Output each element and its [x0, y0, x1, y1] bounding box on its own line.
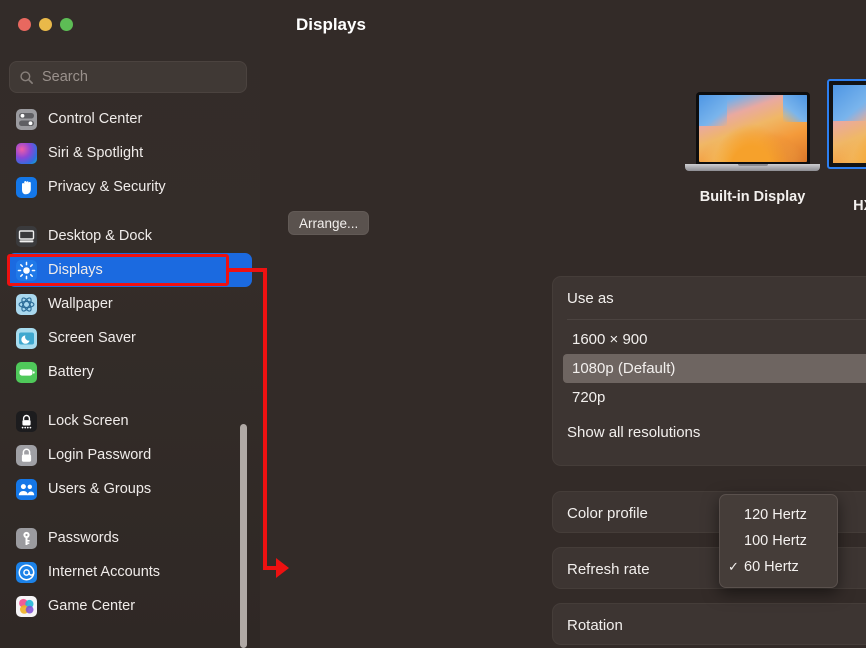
sidebar-item-list: Control Center Siri & Spotlight Privacy & …	[0, 100, 260, 648]
rotation-label: Rotation	[567, 616, 623, 634]
screen-saver-icon	[16, 327, 37, 349]
page-title: Displays	[296, 15, 366, 34]
sidebar-item-label: Control Center	[48, 111, 143, 127]
sidebar-scrollbar[interactable]	[240, 424, 247, 648]
sidebar-item-internet-accounts[interactable]: Internet Accounts	[8, 555, 252, 589]
sidebar-item-label: Login Password	[48, 447, 152, 463]
sidebar-item-label: Privacy & Security	[48, 179, 166, 195]
resolution-option-0-label: 1600 × 900	[572, 331, 648, 348]
annotation-line-top	[227, 268, 267, 272]
sidebar-item-label: Internet Accounts	[48, 564, 161, 580]
minimize-button[interactable]	[39, 18, 52, 31]
sidebar-item-battery[interactable]: Battery	[8, 355, 252, 389]
sidebar-item-label: Screen Saver	[48, 330, 136, 346]
lock-screen-icon	[16, 410, 37, 432]
show-all-resolutions-row[interactable]: Show all resolutions	[553, 414, 866, 450]
sidebar-item-users-groups[interactable]: Users & Groups	[8, 472, 252, 506]
laptop-base-icon	[685, 164, 820, 171]
refresh-rate-option-label: 60 Hertz	[744, 559, 799, 575]
display-thumbnail-external[interactable]: HX Armada 25	[827, 79, 866, 214]
show-all-resolutions-label: Show all resolutions	[567, 423, 701, 441]
sidebar-item-label: Battery	[48, 364, 94, 380]
annotation-highlight-box	[7, 254, 229, 286]
sidebar-item-login-password[interactable]: Login Password	[8, 438, 252, 472]
display-caption-built-in: Built-in Display	[699, 189, 806, 205]
search-field[interactable]: Search	[9, 61, 247, 93]
sidebar-item-label: Lock Screen	[48, 413, 129, 429]
resolution-option-0[interactable]: 1600 × 900	[563, 325, 866, 354]
displays-picker: Arrange... Built-in Display H	[260, 79, 866, 242]
resolution-option-1-label: 1080p (Default)	[572, 360, 676, 377]
checkmark-icon: ✓	[728, 559, 739, 574]
resolution-list: 1600 × 900 1080p (Default) 720p	[553, 320, 866, 412]
refresh-rate-label: Refresh rate	[567, 560, 650, 578]
sidebar-item-label: Wallpaper	[48, 296, 113, 312]
sidebar-item-label: Desktop & Dock	[48, 228, 152, 244]
system-settings-window: Search Control Center Siri & Spotlight Pri…	[0, 0, 866, 648]
sidebar-item-game-center[interactable]: Game Center	[8, 589, 252, 623]
refresh-rate-option-1[interactable]: 100 Hertz	[720, 528, 837, 554]
arrange-button[interactable]: Arrange...	[288, 211, 370, 235]
sidebar-group-separator	[0, 389, 260, 404]
sidebar-item-wallpaper[interactable]: Wallpaper	[8, 287, 252, 321]
control-center-icon	[16, 108, 37, 130]
color-profile-label: Color profile	[567, 504, 648, 522]
resolution-option-2[interactable]: 720p	[563, 383, 866, 412]
sidebar-item-lock-screen[interactable]: Lock Screen	[8, 404, 252, 438]
use-as-row[interactable]: Use as Extended display	[553, 277, 866, 319]
zoom-button[interactable]	[60, 18, 73, 31]
laptop-screen-icon	[695, 92, 810, 164]
sidebar-group-separator	[0, 204, 260, 219]
annotation-arrow-icon	[276, 558, 289, 578]
monitor-screen-icon	[827, 79, 866, 169]
refresh-rate-option-0[interactable]: 120 Hertz	[720, 502, 837, 528]
game-center-icon	[16, 595, 37, 617]
internet-accounts-icon	[16, 561, 37, 583]
sidebar-item-label: Passwords	[48, 530, 119, 546]
sidebar-item-passwords[interactable]: Passwords	[8, 521, 252, 555]
sidebar-item-desktop-dock[interactable]: Desktop & Dock	[8, 219, 252, 253]
display-thumbnail-built-in[interactable]: Built-in Display	[685, 92, 820, 205]
display-caption-external: HX Armada 25	[853, 198, 866, 214]
use-as-label: Use as	[567, 289, 614, 307]
sidebar-item-label: Game Center	[48, 598, 136, 614]
siri-icon	[16, 142, 37, 164]
rotation-row[interactable]: Rotation Standard	[553, 604, 866, 646]
wallpaper-icon	[16, 293, 37, 315]
laptop-wallpaper	[698, 95, 807, 162]
refresh-rate-option-label: 100 Hertz	[744, 533, 807, 549]
sidebar-item-label: Users & Groups	[48, 481, 152, 497]
resolution-option-1[interactable]: 1080p (Default)	[563, 354, 866, 383]
sidebar-group-separator	[0, 506, 260, 521]
monitor-wallpaper	[833, 85, 866, 163]
sidebar-item-privacy-security[interactable]: Privacy & Security	[8, 170, 252, 204]
window-traffic-lights	[18, 18, 73, 31]
rotation-panel: Rotation Standard	[552, 603, 866, 645]
login-password-icon	[16, 444, 37, 466]
refresh-rate-option-label: 120 Hertz	[744, 507, 807, 523]
privacy-security-icon	[16, 176, 37, 198]
display-settings-panel: Use as Extended display 1600 × 900 1080p…	[552, 276, 866, 466]
battery-icon	[16, 361, 37, 383]
search-input-placeholder[interactable]: Search	[42, 69, 88, 85]
search-icon	[19, 70, 34, 85]
sidebar-item-control-center[interactable]: Control Center	[8, 102, 252, 136]
users-groups-icon	[16, 478, 37, 500]
refresh-rate-dropdown-menu[interactable]: 120 Hertz 100 Hertz ✓ 60 Hertz	[719, 494, 838, 588]
sidebar: Search Control Center Siri & Spotlight Pri…	[0, 0, 260, 648]
close-button[interactable]	[18, 18, 31, 31]
annotation-line-vertical	[263, 268, 267, 570]
desktop-dock-icon	[16, 225, 37, 247]
sidebar-item-screen-saver[interactable]: Screen Saver	[8, 321, 252, 355]
sidebar-item-siri-spotlight[interactable]: Siri & Spotlight	[8, 136, 252, 170]
sidebar-item-label: Siri & Spotlight	[48, 145, 144, 161]
refresh-rate-option-2[interactable]: ✓ 60 Hertz	[720, 554, 837, 580]
resolution-option-2-label: 720p	[572, 389, 606, 406]
passwords-icon	[16, 527, 37, 549]
